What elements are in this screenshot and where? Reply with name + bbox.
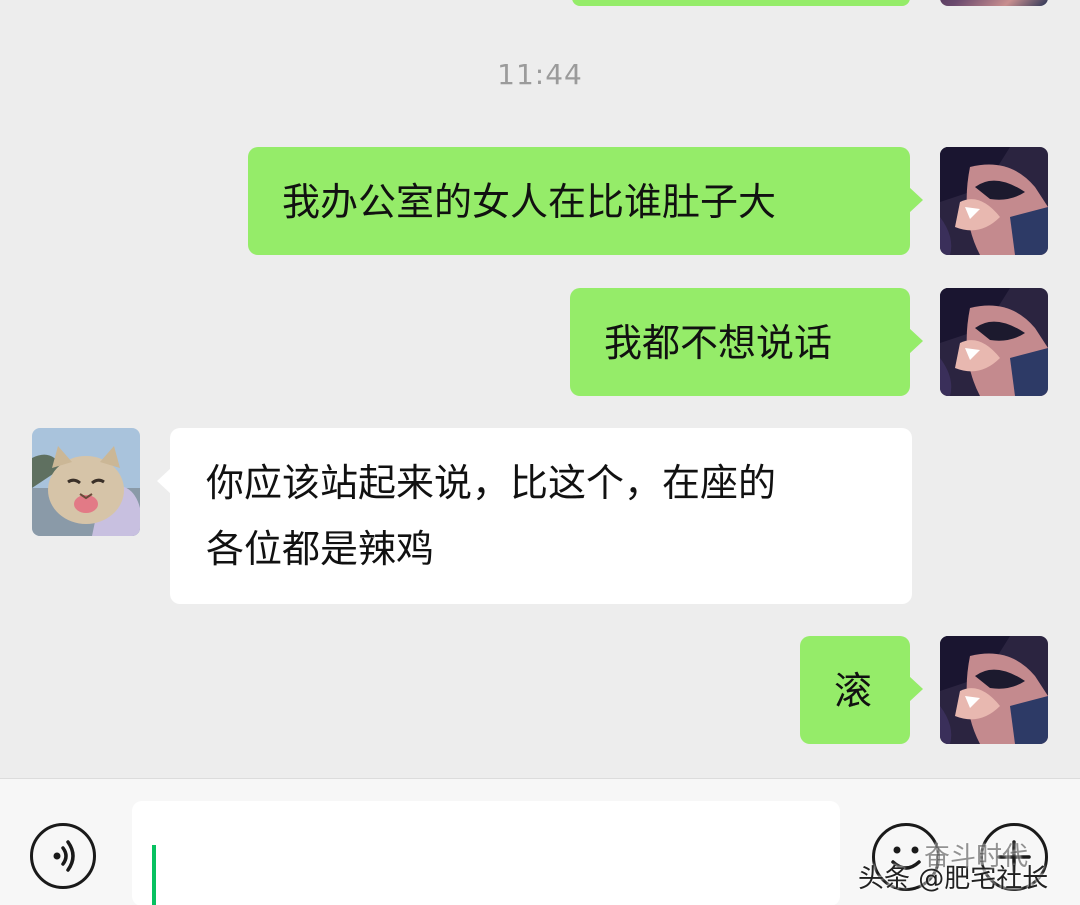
cat-avatar-icon <box>32 428 140 536</box>
friend-avatar[interactable] <box>32 428 140 536</box>
message-bubble-outgoing[interactable]: 我都不想说话 <box>570 288 923 396</box>
message-bubble-outgoing[interactable]: 我办公室的女人在比谁肚子大 <box>248 147 923 255</box>
voice-button[interactable] <box>30 823 96 889</box>
message-bubble-incoming[interactable]: 你应该站起来说，比这个，在座的 各位都是辣鸡 <box>157 428 912 604</box>
chat-screen: 11:44 我办公室的女人在比谁肚子大 我都不想说话 你应该站起来说，比这个，在… <box>0 0 1080 905</box>
timestamp: 11:44 <box>497 58 583 91</box>
anime-avatar-icon <box>940 288 1048 396</box>
my-avatar[interactable] <box>940 0 1048 6</box>
watermark: 奋斗时代 头条 @肥宅社长 <box>858 842 1048 895</box>
text-caret <box>152 845 156 905</box>
my-avatar[interactable] <box>940 636 1048 744</box>
message-list[interactable]: 11:44 我办公室的女人在比谁肚子大 我都不想说话 你应该站起来说，比这个，在… <box>0 0 1080 778</box>
watermark-overlay: 奋斗时代 <box>924 842 1029 872</box>
message-input[interactable] <box>132 801 840 905</box>
my-avatar[interactable] <box>940 288 1048 396</box>
message-bubble-outgoing[interactable]: 滚 <box>800 636 923 744</box>
anime-avatar-icon <box>940 636 1048 744</box>
message-bubble-partial[interactable] <box>572 0 910 6</box>
anime-avatar-icon <box>940 147 1048 255</box>
voice-icon <box>53 840 75 872</box>
my-avatar[interactable] <box>940 147 1048 255</box>
